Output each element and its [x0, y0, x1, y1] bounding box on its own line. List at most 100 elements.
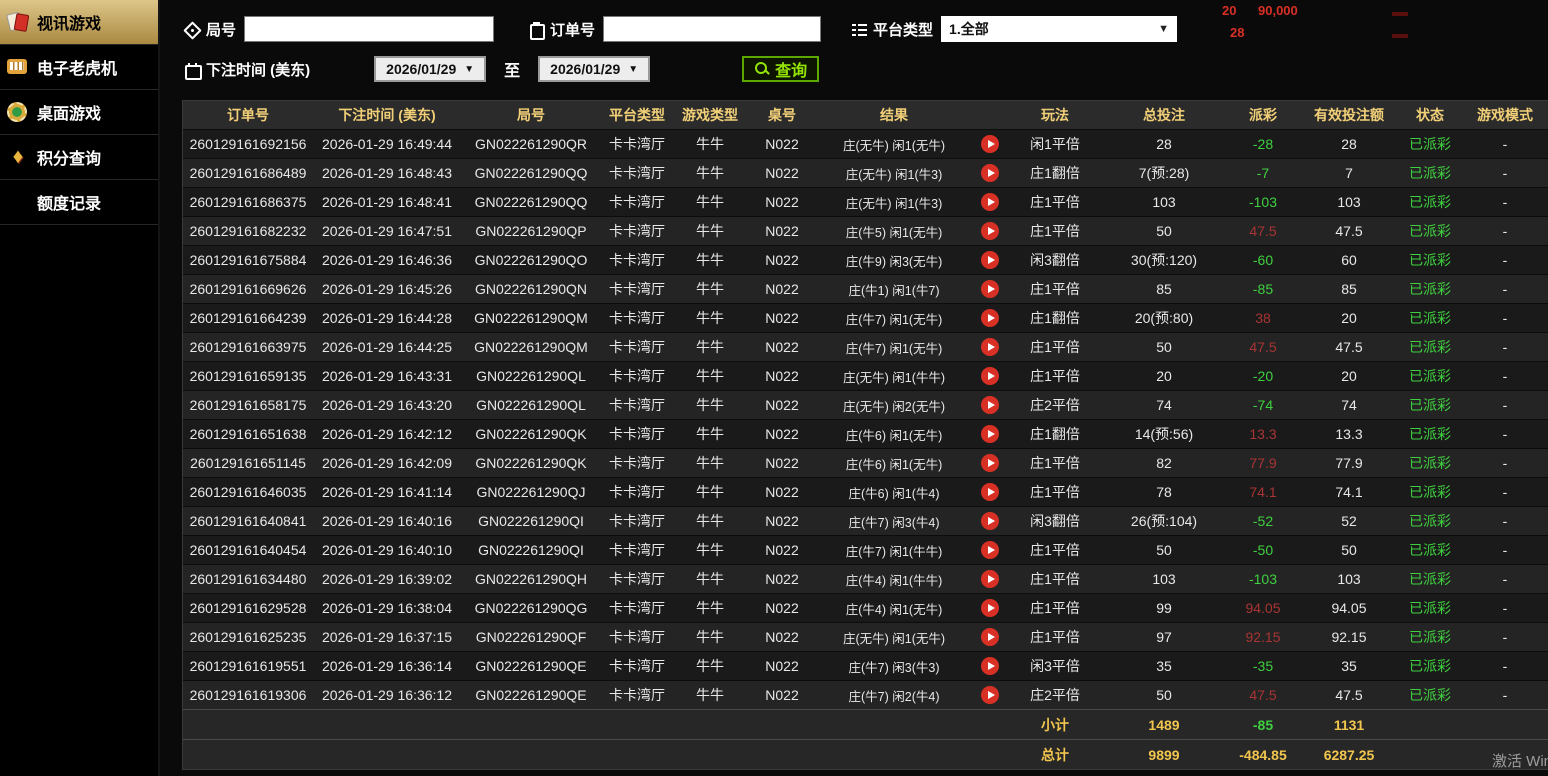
- cards-icon: [6, 11, 30, 33]
- replay-button[interactable]: [981, 686, 999, 704]
- search-icon: [754, 61, 770, 77]
- table-row: 260129161663975 2026-01-29 16:44:25 GN0222…: [183, 332, 1548, 361]
- replay-button[interactable]: [981, 309, 999, 327]
- cell-valid_bet: 47.5: [1335, 223, 1363, 239]
- cell-time: 2026-01-29 16:42:12: [322, 426, 452, 442]
- cell-total_bet: 103: [1152, 194, 1176, 210]
- subtotal-row: 小计 1489 -85 1131: [183, 709, 1548, 739]
- platform-type-label: 平台类型: [873, 21, 934, 39]
- cell-replay: [971, 536, 1009, 564]
- cell-payout: -35: [1252, 658, 1274, 674]
- cell-replay: [971, 594, 1009, 622]
- cell-total_bet: 7(预:28): [1138, 165, 1190, 181]
- replay-button[interactable]: [981, 222, 999, 240]
- cell-round: GN022261290QE: [475, 687, 587, 703]
- cell-valid_bet: 94.05: [1331, 600, 1367, 616]
- replay-button[interactable]: [981, 164, 999, 182]
- column-header: 状态: [1416, 107, 1444, 123]
- cell-platform: 卡卡湾厅: [609, 368, 665, 384]
- sidebar-item[interactable]: 桌面游戏: [0, 90, 158, 135]
- cell-valid_bet: 85: [1341, 281, 1357, 297]
- cell-total_bet: 14(预:56): [1134, 426, 1194, 442]
- sidebar-item[interactable]: 积分查询: [0, 135, 158, 180]
- cell-status: 已派彩: [1409, 194, 1451, 210]
- date-from-picker[interactable]: 2026/01/29: [374, 56, 487, 82]
- date-to-picker[interactable]: 2026/01/29: [538, 56, 651, 82]
- query-button[interactable]: 查询: [742, 56, 820, 82]
- cell-valid_bet: 47.5: [1335, 687, 1363, 703]
- order-number-input[interactable]: [603, 16, 822, 42]
- replay-button[interactable]: [981, 396, 999, 414]
- cell-round: GN022261290QI: [478, 513, 584, 529]
- date-to-value: 2026/01/29: [550, 61, 621, 77]
- cell-order: 260129161625235: [189, 629, 307, 645]
- cell-bet_type: 庄1平倍: [1030, 600, 1080, 616]
- sidebar-item[interactable]: 视讯游戏: [0, 0, 158, 45]
- replay-button[interactable]: [981, 135, 999, 153]
- cell-bet_type: 庄1翻倍: [1030, 165, 1080, 181]
- query-button-label: 查询: [775, 63, 808, 80]
- sidebar-item[interactable]: 额度记录: [0, 180, 158, 225]
- main-content: 局号 订单号 平台类型 1.全部 下注时间 (美东) 2026/0: [162, 0, 1548, 776]
- sidebar-item-label: 桌面游戏: [37, 106, 102, 123]
- column-header: 订单号: [227, 107, 269, 123]
- cell-replay: [971, 623, 1009, 651]
- replay-button[interactable]: [981, 338, 999, 356]
- cell-bet_type: 庄1平倍: [1030, 484, 1080, 500]
- cell-game_type: 牛牛: [696, 223, 724, 239]
- replay-button[interactable]: [981, 251, 999, 269]
- cell-status: 已派彩: [1409, 658, 1451, 674]
- cell-order: 260129161651145: [190, 455, 306, 471]
- cell-table_no: N022: [765, 281, 799, 297]
- cell-game_type: 牛牛: [696, 165, 724, 181]
- column-header: 派彩: [1249, 107, 1277, 123]
- sidebar-item-label: 电子老虎机: [37, 61, 118, 78]
- replay-button[interactable]: [981, 483, 999, 501]
- replay-button[interactable]: [981, 280, 999, 298]
- cell-game_type: 牛牛: [696, 513, 724, 529]
- table-row: 260129161625235 2026-01-29 16:37:15 GN0222…: [183, 622, 1548, 651]
- table-row: 260129161651145 2026-01-29 16:42:09 GN0222…: [183, 448, 1548, 477]
- platform-type-select[interactable]: 1.全部: [941, 16, 1178, 42]
- cell-game_type: 牛牛: [696, 281, 724, 297]
- document-icon: [6, 191, 30, 213]
- cell-time: 2026-01-29 16:44:25: [322, 339, 452, 355]
- replay-button[interactable]: [981, 512, 999, 530]
- sidebar-item[interactable]: 电子老虎机: [0, 45, 158, 90]
- cell-replay: [971, 681, 1009, 709]
- cell-round: GN022261290QR: [474, 136, 588, 152]
- cell-payout: -50: [1252, 542, 1274, 558]
- app-window: 视讯游戏电子老虎机桌面游戏积分查询额度记录 局号 订单号 平台类型 1.全部: [0, 0, 1548, 776]
- cell-platform: 卡卡湾厅: [609, 600, 665, 616]
- cell-valid_bet: 28: [1341, 136, 1357, 152]
- cell-order: 260129161640454: [189, 542, 307, 558]
- replay-button[interactable]: [981, 657, 999, 675]
- cell-replay: [971, 333, 1009, 361]
- cell-replay: [971, 159, 1009, 187]
- subtotal-mode-cell: [1461, 710, 1548, 739]
- cell-status: 已派彩: [1409, 571, 1451, 587]
- round-number-input[interactable]: [244, 16, 495, 42]
- cell-round: GN022261290QN: [474, 281, 588, 297]
- cell-bet_type: 闲3翻倍: [1030, 513, 1080, 529]
- replay-button[interactable]: [981, 454, 999, 472]
- replay-button[interactable]: [981, 628, 999, 646]
- cell-replay: [971, 188, 1009, 216]
- cell-payout: -52: [1252, 513, 1274, 529]
- cell-order: 260129161686489: [189, 165, 307, 181]
- cell-status: 已派彩: [1409, 629, 1451, 645]
- cell-mode: -: [1502, 397, 1508, 413]
- cell-platform: 卡卡湾厅: [609, 629, 665, 645]
- replay-button[interactable]: [981, 570, 999, 588]
- cell-status: 已派彩: [1409, 687, 1451, 703]
- cell-total_bet: 50: [1156, 339, 1172, 355]
- replay-button[interactable]: [981, 193, 999, 211]
- cell-game_type: 牛牛: [696, 571, 724, 587]
- replay-button[interactable]: [981, 599, 999, 617]
- replay-button[interactable]: [981, 367, 999, 385]
- cell-valid_bet: 103: [1337, 194, 1361, 210]
- cell-time: 2026-01-29 16:42:09: [322, 455, 452, 471]
- replay-button[interactable]: [981, 425, 999, 443]
- replay-button[interactable]: [981, 541, 999, 559]
- cell-replay: [971, 565, 1009, 593]
